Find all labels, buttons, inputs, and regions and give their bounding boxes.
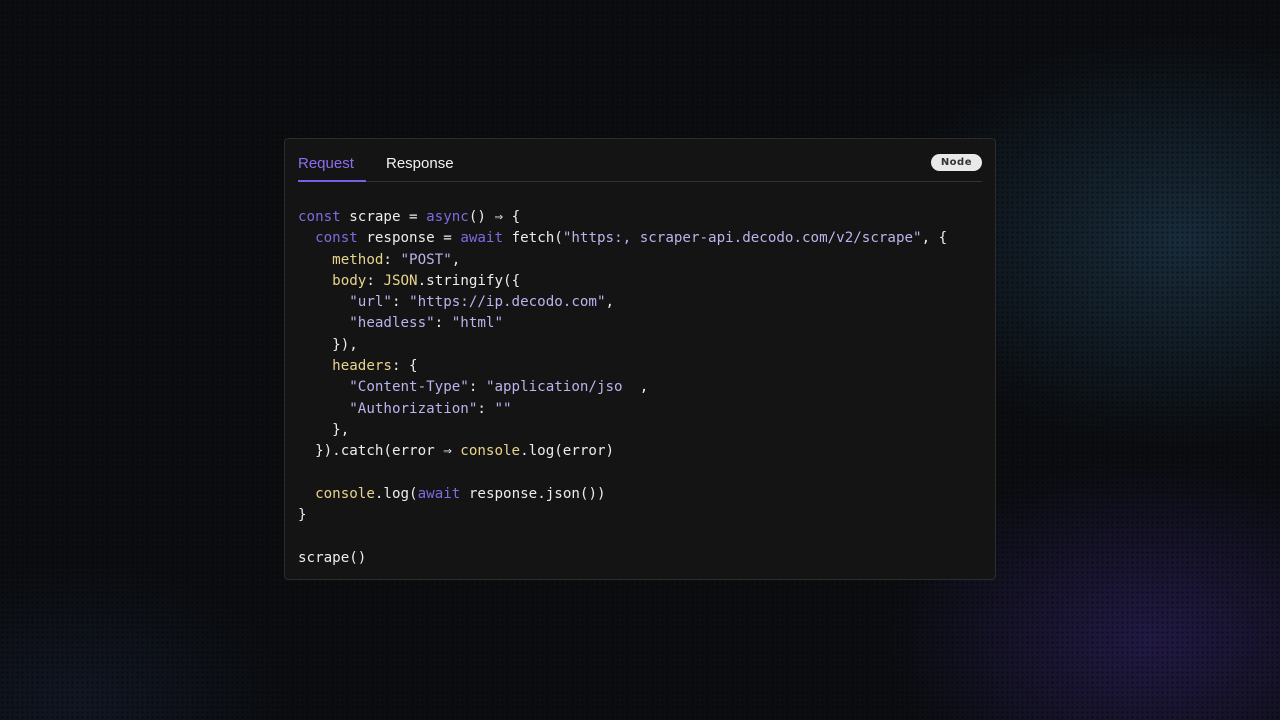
code-text xyxy=(298,358,332,374)
code-line: }).catch(error ⇒ console.log(error) xyxy=(298,441,947,462)
code-text xyxy=(298,379,349,395)
code-text: .stringify({ xyxy=(418,273,521,289)
language-badge[interactable]: Node xyxy=(931,154,982,171)
code-text: : xyxy=(366,273,383,289)
code-property: method xyxy=(332,252,383,268)
code-string: "url" xyxy=(349,294,392,310)
code-text xyxy=(298,252,332,268)
code-line: } xyxy=(298,505,947,526)
code-text xyxy=(298,315,349,331)
code-string: "headless" xyxy=(349,315,434,331)
code-line: headers: { xyxy=(298,356,947,377)
code-snippet-card: Request Response Node const scrape = asy… xyxy=(284,138,996,580)
code-property: JSON xyxy=(383,273,417,289)
tab-bar: Request Response Node xyxy=(298,139,982,182)
code-text: : { xyxy=(392,358,418,374)
code-line: const response = await fetch("https:, sc… xyxy=(298,228,947,249)
tab-request[interactable]: Request xyxy=(298,155,354,172)
code-text xyxy=(298,273,332,289)
code-string: "application/jso xyxy=(486,379,640,395)
code-string: "" xyxy=(494,401,511,417)
code-text xyxy=(298,401,349,417)
code-property: console xyxy=(315,486,375,502)
code-text: : xyxy=(435,315,452,331)
code-property: console xyxy=(460,443,520,459)
code-text xyxy=(298,486,315,502)
code-line: console.log(await response.json()) xyxy=(298,484,947,505)
code-property: headers xyxy=(332,358,392,374)
code-string: "Authorization" xyxy=(349,401,477,417)
code-text: .log(error) xyxy=(520,443,614,459)
code-line: body: JSON.stringify({ xyxy=(298,271,947,292)
code-text: .log( xyxy=(375,486,418,502)
code-text: } xyxy=(298,507,307,523)
code-text: , xyxy=(452,252,461,268)
code-line xyxy=(298,526,947,547)
code-text: , xyxy=(606,294,615,310)
code-text: : xyxy=(477,401,494,417)
code-line: "Content-Type": "application/jso , xyxy=(298,377,947,398)
code-line: }), xyxy=(298,335,947,356)
code-text xyxy=(298,294,349,310)
code-text: scrape() xyxy=(298,550,366,566)
code-text: , xyxy=(640,379,649,395)
code-text: : xyxy=(469,379,486,395)
code-text xyxy=(298,230,315,246)
code-block: const scrape = async() ⇒ { const respons… xyxy=(298,207,947,569)
code-keyword: await xyxy=(418,486,461,502)
tab-response[interactable]: Response xyxy=(386,155,454,172)
code-string: "html" xyxy=(452,315,503,331)
code-text: : xyxy=(392,294,409,310)
code-text: : xyxy=(383,252,400,268)
code-keyword: const xyxy=(315,230,358,246)
code-text: }), xyxy=(298,337,358,353)
code-line: "Authorization": "" xyxy=(298,399,947,420)
code-text: , { xyxy=(922,230,948,246)
code-line: const scrape = async() ⇒ { xyxy=(298,207,947,228)
code-line: method: "POST", xyxy=(298,250,947,271)
code-text: fetch( xyxy=(503,230,563,246)
code-line: }, xyxy=(298,420,947,441)
code-line: scrape() xyxy=(298,548,947,569)
code-text: response = xyxy=(358,230,461,246)
code-string: "POST" xyxy=(401,252,452,268)
code-keyword: await xyxy=(460,230,503,246)
code-line xyxy=(298,463,947,484)
code-keyword: const xyxy=(298,209,341,225)
code-keyword: async xyxy=(426,209,469,225)
code-property: body xyxy=(332,273,366,289)
code-string: "Content-Type" xyxy=(349,379,469,395)
code-text: scrape = xyxy=(341,209,426,225)
code-text: response.json()) xyxy=(460,486,605,502)
code-text: }).catch(error ⇒ xyxy=(298,443,460,459)
code-string: "https:, scraper-api.decodo.com/v2/scrap… xyxy=(563,230,922,246)
code-text: }, xyxy=(298,422,349,438)
code-text: () ⇒ { xyxy=(469,209,520,225)
code-line: "url": "https://ip.decodo.com", xyxy=(298,292,947,313)
code-string: "https://ip.decodo.com" xyxy=(409,294,605,310)
code-line: "headless": "html" xyxy=(298,313,947,334)
